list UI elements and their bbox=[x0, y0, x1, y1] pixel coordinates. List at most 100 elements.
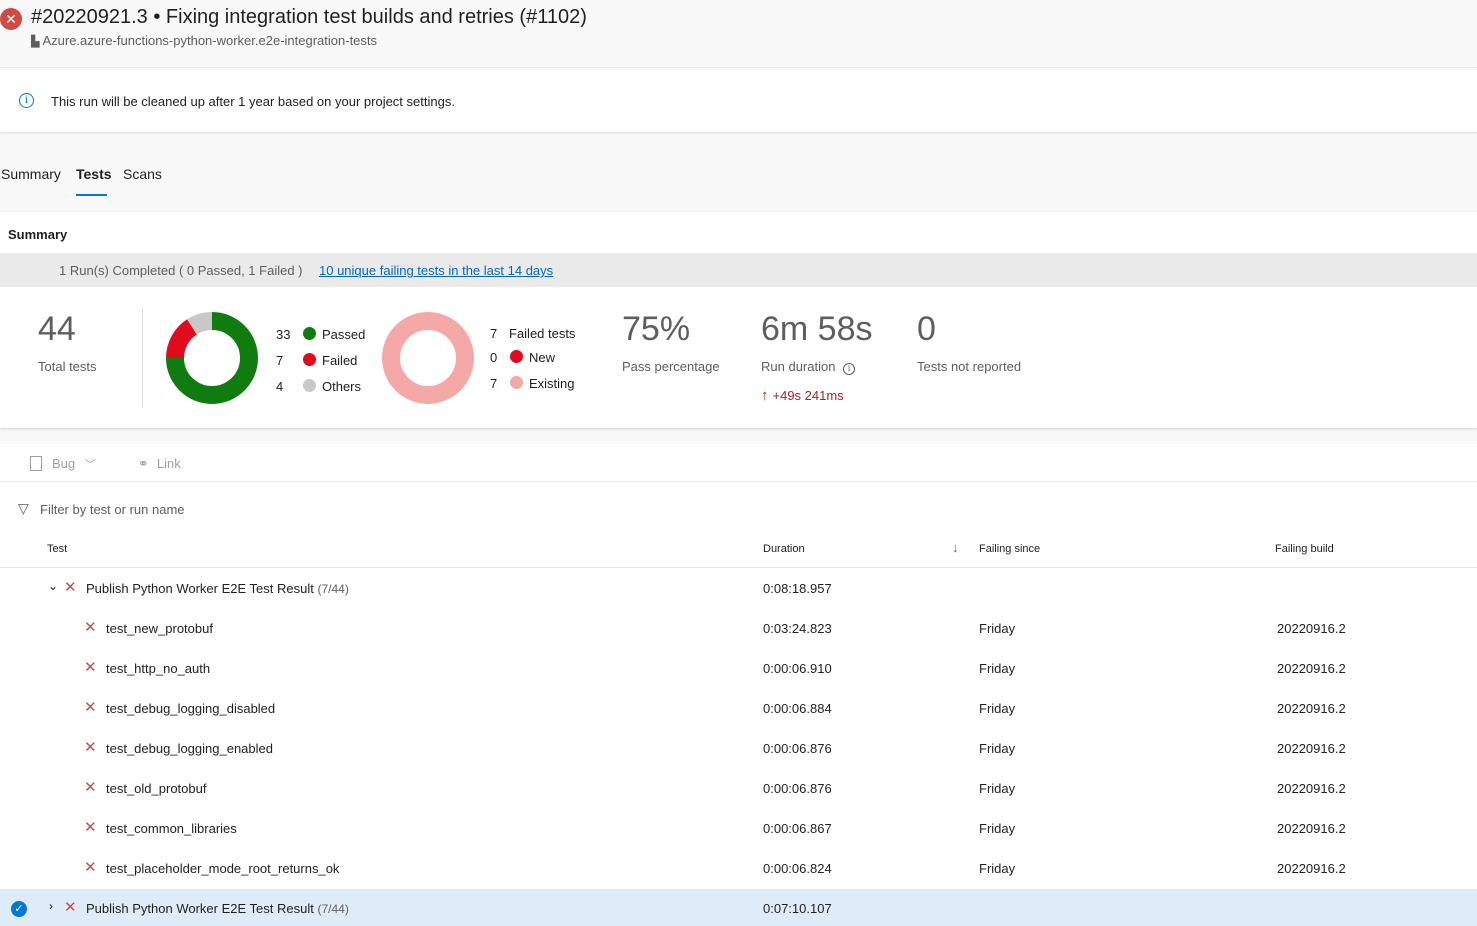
existing-count: 7 bbox=[490, 376, 498, 391]
failed-tests-count: 7 bbox=[490, 326, 498, 341]
passed-label: Passed bbox=[322, 327, 366, 342]
chevron-down-icon: ﹀ bbox=[84, 459, 96, 471]
others-dot bbox=[303, 379, 316, 392]
filter-input[interactable] bbox=[40, 498, 640, 520]
test-name: test_common_libraries bbox=[106, 821, 237, 836]
group-row[interactable]: ⌄ ✕ Publish Python Worker E2E Test Resul… bbox=[0, 569, 1477, 609]
tab-summary[interactable]: Summary bbox=[1, 166, 61, 182]
run-header: ✕ #20220921.3 • Fixing integration test … bbox=[0, 0, 1477, 68]
test-name: test_debug_logging_enabled bbox=[106, 741, 273, 756]
unique-failing-tests-link[interactable]: 10 unique failing tests in the last 14 d… bbox=[319, 263, 553, 278]
bug-label: Bug bbox=[52, 456, 76, 471]
active-tab-indicator bbox=[76, 194, 107, 196]
others-segment bbox=[187, 312, 213, 335]
failing-since: Friday bbox=[979, 621, 1016, 636]
new-label: New bbox=[529, 350, 556, 365]
link-button[interactable]: ⚭ Link bbox=[138, 456, 181, 472]
failing-since: Friday bbox=[979, 781, 1016, 796]
run-duration-label: Run duration bbox=[761, 359, 836, 374]
failed-donut-chart bbox=[382, 312, 474, 404]
filter-row: ▽ bbox=[0, 483, 1477, 533]
arrow-up-icon: ↑ bbox=[761, 387, 769, 404]
header-border bbox=[0, 567, 1477, 568]
failed-x-icon: ✕ bbox=[84, 699, 97, 716]
existing-label: Existing bbox=[529, 376, 575, 391]
failing-since: Friday bbox=[979, 821, 1016, 836]
table-row[interactable]: ✕ test_http_no_auth 0:00:06.910 Friday 20220… bbox=[0, 649, 1477, 689]
failed-x-icon: ✕ bbox=[84, 739, 97, 756]
pipeline-link[interactable]: ▙ Azure.azure-functions-python-worker.e2e… bbox=[31, 33, 377, 48]
pipeline-name: Azure.azure-functions-python-worker.e2e-… bbox=[42, 33, 378, 48]
retention-banner: i This run will be cleaned up after 1 ye… bbox=[0, 70, 1477, 132]
checkmark-circle-icon[interactable]: ✓ bbox=[11, 901, 27, 917]
tab-tests[interactable]: Tests bbox=[76, 166, 112, 182]
test-name: test_new_protobuf bbox=[106, 621, 213, 636]
run-duration-info-icon[interactable]: i bbox=[843, 363, 856, 375]
existing-dot bbox=[510, 376, 523, 389]
group-row-selected[interactable]: ✓ › ✕ Publish Python Worker E2E Test Res… bbox=[0, 889, 1477, 926]
pass-percentage-value: 75% bbox=[622, 310, 691, 348]
test-summary-panel: Summary 1 Run(s) Completed ( 0 Passed, 1… bbox=[0, 212, 1477, 428]
failing-build: 20220916.2 bbox=[1277, 741, 1346, 756]
group-duration: 0:07:10.107 bbox=[763, 901, 832, 916]
table-row[interactable]: ✕ test_placeholder_mode_root_returns_ok 0:… bbox=[0, 849, 1477, 889]
chevron-down-icon[interactable]: ⌄ bbox=[48, 579, 58, 593]
table-row[interactable]: ✕ test_new_protobuf 0:03:24.823 Friday 20220… bbox=[0, 609, 1477, 649]
failed-x-icon: ✕ bbox=[84, 619, 97, 636]
test-duration: 0:00:06.910 bbox=[763, 661, 832, 676]
group-duration: 0:08:18.957 bbox=[763, 581, 832, 596]
failed-x-icon: ✕ bbox=[84, 659, 97, 676]
duration-delta-value: +49s 241ms bbox=[772, 388, 844, 403]
test-duration: 0:00:06.867 bbox=[763, 821, 832, 836]
existing-failures-ring bbox=[382, 312, 474, 404]
link-icon: ⚭ bbox=[138, 456, 149, 471]
failing-since: Friday bbox=[979, 741, 1016, 756]
summary-heading: Summary bbox=[8, 227, 68, 242]
failing-build: 20220916.2 bbox=[1277, 821, 1346, 836]
run-title: #20220921.3 • Fixing integration test bu… bbox=[31, 6, 587, 28]
group-name: Publish Python Worker E2E Test Result (7… bbox=[86, 901, 349, 916]
run-completed-text: 1 Run(s) Completed ( 0 Passed, 1 Failed … bbox=[59, 263, 303, 278]
test-name: test_old_protobuf bbox=[106, 781, 207, 796]
tab-scans[interactable]: Scans bbox=[123, 166, 162, 182]
new-count: 0 bbox=[490, 350, 498, 365]
failing-build: 20220916.2 bbox=[1277, 661, 1346, 676]
test-duration: 0:00:06.876 bbox=[763, 741, 832, 756]
failed-dot bbox=[303, 353, 316, 366]
column-header-failing-since[interactable]: Failing since bbox=[979, 543, 1040, 555]
column-header-failing-build[interactable]: Failing build bbox=[1275, 543, 1334, 555]
info-icon: i bbox=[19, 93, 34, 108]
failed-x-icon: ✕ bbox=[64, 899, 77, 916]
total-tests-value: 44 bbox=[38, 310, 76, 348]
column-header-duration[interactable]: Duration bbox=[763, 543, 805, 555]
failing-since: Friday bbox=[979, 861, 1016, 876]
table-row[interactable]: ✕ test_debug_logging_disabled 0:00:06.884 F… bbox=[0, 689, 1477, 729]
table-row[interactable]: ✕ test_common_libraries 0:00:06.867 Friday 2… bbox=[0, 809, 1477, 849]
pass-percentage-label: Pass percentage bbox=[622, 359, 720, 374]
results-toolbar: Bug ﹀ ⚭ Link bbox=[0, 444, 1477, 482]
failed-status-icon: ✕ bbox=[0, 8, 22, 30]
failing-build: 20220916.2 bbox=[1277, 621, 1346, 636]
test-duration: 0:03:24.823 bbox=[763, 621, 832, 636]
run-duration-value: 6m 58s bbox=[761, 310, 873, 348]
failed-x-icon: ✕ bbox=[84, 819, 97, 836]
test-name: test_http_no_auth bbox=[106, 661, 211, 676]
outcome-donut-chart bbox=[166, 312, 258, 404]
run-status-bar: 1 Run(s) Completed ( 0 Passed, 1 Failed … bbox=[0, 253, 1477, 287]
banner-text: This run will be cleaned up after 1 year… bbox=[51, 94, 455, 109]
failing-build: 20220916.2 bbox=[1277, 781, 1346, 796]
pipeline-icon: ▙ bbox=[31, 36, 40, 48]
group-name: Publish Python Worker E2E Test Result (7… bbox=[86, 581, 349, 596]
run-duration-label-wrap: Run duration i bbox=[761, 359, 856, 375]
link-label: Link bbox=[156, 456, 181, 471]
failing-build: 20220916.2 bbox=[1277, 861, 1346, 876]
test-duration: 0:00:06.876 bbox=[763, 781, 832, 796]
bug-button[interactable]: Bug ﹀ bbox=[30, 456, 96, 472]
new-dot bbox=[510, 350, 523, 363]
chevron-right-icon[interactable]: › bbox=[49, 899, 53, 913]
table-row[interactable]: ✕ test_debug_logging_enabled 0:00:06.876 Fr… bbox=[0, 729, 1477, 769]
sort-descending-icon[interactable]: ↓ bbox=[952, 540, 959, 555]
column-header-test[interactable]: Test bbox=[47, 543, 67, 555]
table-row[interactable]: ✕ test_old_protobuf 0:00:06.876 Friday 20220… bbox=[0, 769, 1477, 809]
not-reported-label: Tests not reported bbox=[917, 359, 1022, 374]
